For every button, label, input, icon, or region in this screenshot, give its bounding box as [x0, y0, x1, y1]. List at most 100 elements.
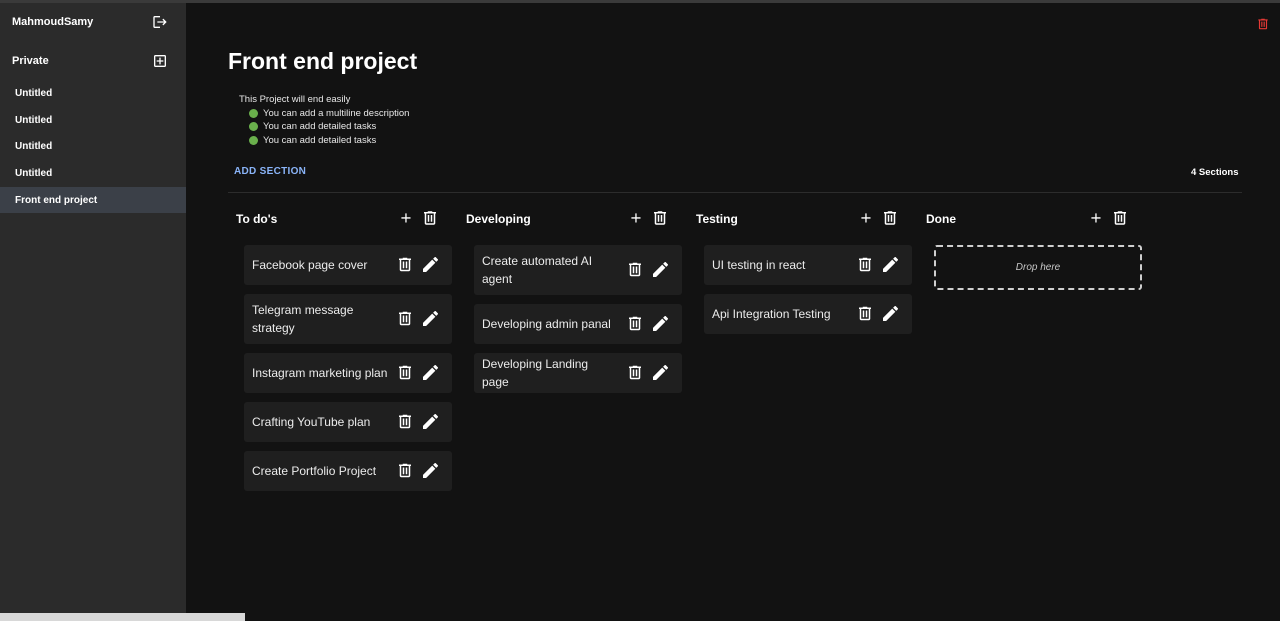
edit-task-icon[interactable] — [423, 365, 438, 380]
sidebar-item-untitled-1[interactable]: Untitled — [0, 80, 186, 106]
green-circle-icon — [249, 135, 258, 145]
task-list: Facebook page cover Telegram message str… — [244, 245, 452, 500]
drop-zone[interactable]: Drop here — [934, 245, 1142, 290]
logout-icon[interactable] — [152, 14, 168, 30]
task-title: Create automated AI agent — [482, 254, 593, 286]
sidebar-item-untitled-3[interactable]: Untitled — [0, 133, 186, 159]
green-circle-icon — [249, 122, 258, 132]
delete-section-icon[interactable] — [424, 211, 436, 225]
task-list: UI testing in react Api Integration Test… — [704, 245, 912, 343]
description-bullet: You can add a multiline description — [239, 107, 409, 121]
add-page-icon[interactable] — [152, 53, 168, 69]
delete-task-icon[interactable] — [399, 463, 411, 478]
delete-task-icon[interactable] — [629, 262, 641, 277]
section-title[interactable]: Developing — [466, 212, 531, 226]
section-title[interactable]: Testing — [696, 212, 738, 226]
delete-task-icon[interactable] — [859, 306, 871, 321]
task-title: UI testing in react — [712, 258, 806, 272]
sidebar-item-label: Untitled — [15, 114, 53, 126]
task-title: Crafting YouTube plan — [252, 415, 371, 429]
task-card[interactable]: Api Integration Testing — [704, 294, 912, 334]
edit-task-icon[interactable] — [883, 257, 898, 272]
edit-task-icon[interactable] — [653, 262, 668, 277]
add-section-button[interactable]: ADD SECTION — [234, 166, 306, 177]
task-title: Developing admin panal — [482, 317, 611, 331]
section-header: Testing — [696, 208, 906, 230]
edit-task-icon[interactable] — [423, 311, 438, 326]
edit-task-icon[interactable] — [423, 414, 438, 429]
bullet-text: You can add detailed tasks — [263, 121, 377, 132]
sidebar-item-label: Untitled — [15, 167, 53, 179]
sidebar-item-untitled-2[interactable]: Untitled — [0, 107, 186, 133]
delete-task-icon[interactable] — [859, 257, 871, 272]
delete-section-icon[interactable] — [884, 211, 896, 225]
edit-task-icon[interactable] — [653, 365, 668, 380]
page-title[interactable]: Front end project — [228, 48, 417, 75]
username: MahmoudSamy — [12, 16, 94, 28]
section-testing: Testing UI testing in react Api Integrat… — [696, 208, 912, 334]
delete-task-icon[interactable] — [399, 257, 411, 272]
task-title: Instagram marketing plan — [252, 366, 388, 380]
bullet-text: You can add detailed tasks — [263, 134, 377, 146]
section-title[interactable]: Done — [926, 212, 956, 226]
add-task-icon[interactable] — [1089, 211, 1103, 225]
delete-task-icon[interactable] — [399, 311, 411, 326]
browser-status-bar — [0, 613, 245, 621]
task-title: Api Integration Testing — [712, 307, 831, 321]
task-list: Create automated AI agent Developing adm… — [474, 245, 682, 402]
section-header: Developing — [466, 208, 676, 230]
task-card[interactable]: UI testing in react — [704, 245, 912, 285]
task-card[interactable]: Developing Landing page — [474, 353, 682, 393]
edit-task-icon[interactable] — [653, 316, 668, 331]
project-description[interactable]: This Project will end easily You can add… — [239, 93, 409, 147]
drop-zone-label: Drop here — [1015, 262, 1061, 273]
sidebar-private-header: Private — [0, 51, 186, 71]
task-card[interactable]: Facebook page cover — [244, 245, 452, 285]
task-list: Drop here — [934, 245, 1142, 290]
section-todos: To do's Facebook page cover Telegram mes… — [236, 208, 452, 491]
description-bullet: You can add detailed tasks — [239, 120, 409, 134]
task-title: Developing Landing page — [482, 357, 589, 389]
delete-task-icon[interactable] — [629, 316, 641, 331]
divider — [228, 192, 1242, 193]
sidebar-item-front-end-project[interactable]: Front end project — [0, 187, 186, 213]
delete-section-icon[interactable] — [654, 211, 666, 225]
edit-task-icon[interactable] — [883, 306, 898, 321]
delete-task-icon[interactable] — [399, 414, 411, 429]
task-title: Telegram message strategy — [252, 303, 354, 335]
delete-task-icon[interactable] — [399, 365, 411, 380]
description-bullet: You can add detailed tasks — [239, 134, 409, 148]
section-title[interactable]: To do's — [236, 212, 277, 226]
private-label: Private — [12, 55, 49, 67]
task-card[interactable]: Telegram message strategy — [244, 294, 452, 344]
task-card[interactable]: Crafting YouTube plan — [244, 402, 452, 442]
description-line: This Project will end easily — [239, 94, 351, 105]
task-card[interactable]: Create Portfolio Project — [244, 451, 452, 491]
add-task-icon[interactable] — [399, 211, 413, 225]
task-card[interactable]: Create automated AI agent — [474, 245, 682, 295]
delete-project-icon[interactable] — [1256, 16, 1270, 32]
sidebar-user-row: MahmoudSamy — [0, 12, 186, 32]
section-header: To do's — [236, 208, 446, 230]
main-content: Front end project This Project will end … — [186, 3, 1280, 621]
delete-task-icon[interactable] — [629, 365, 641, 380]
sidebar: MahmoudSamy Private Untitled Untitled Un… — [0, 3, 186, 621]
sidebar-item-untitled-4[interactable]: Untitled — [0, 160, 186, 186]
sections-count: 4 Sections — [1191, 167, 1239, 178]
sidebar-item-label: Untitled — [15, 140, 53, 152]
bullet-text: You can add a multiline description — [263, 107, 410, 119]
sidebar-item-label: Untitled — [15, 87, 53, 99]
edit-task-icon[interactable] — [423, 257, 438, 272]
green-circle-icon — [249, 108, 258, 118]
task-card[interactable]: Developing admin panal — [474, 304, 682, 344]
add-task-icon[interactable] — [859, 211, 873, 225]
sidebar-item-label: Front end project — [15, 194, 98, 206]
delete-section-icon[interactable] — [1114, 211, 1126, 225]
section-done: Done Drop here — [926, 208, 1142, 290]
task-title: Create Portfolio Project — [252, 464, 377, 478]
task-card[interactable]: Instagram marketing plan — [244, 353, 452, 393]
section-header: Done — [926, 208, 1136, 230]
add-task-icon[interactable] — [629, 211, 643, 225]
edit-task-icon[interactable] — [423, 463, 438, 478]
section-developing: Developing Create automated AI agent Dev… — [466, 208, 682, 393]
